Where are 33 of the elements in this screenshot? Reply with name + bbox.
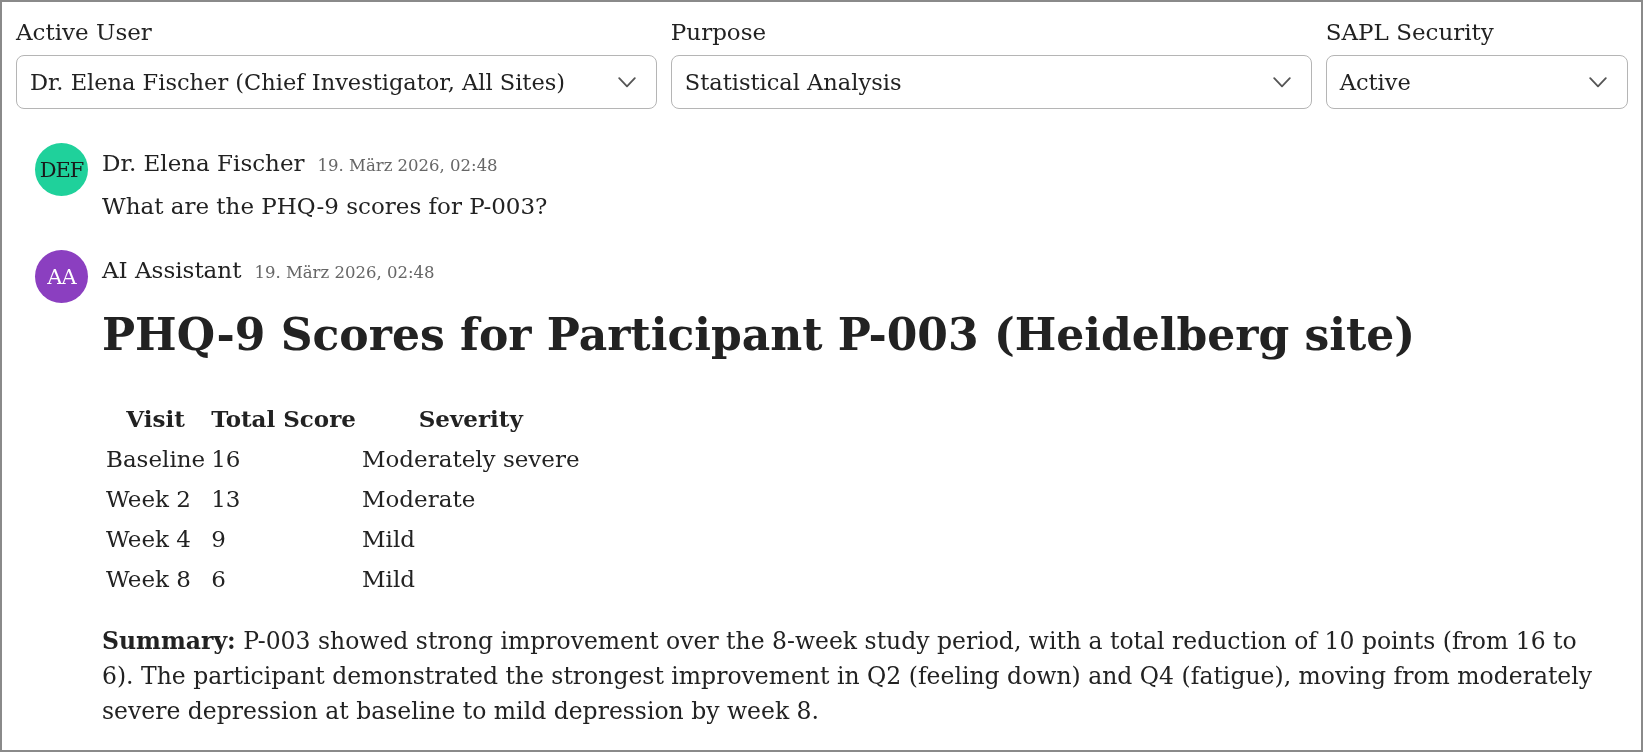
table-cell-text: Baseline xyxy=(105,445,207,474)
table-cell-text: Week 2 xyxy=(105,485,192,514)
dropdown[interactable]: Dr. Elena Fischer (Chief Investigator, All Sites) xyxy=(16,55,657,109)
message-text: Summary: P-003 showed strong improvement over the 8-week study period, with a total reduction of 10 points (from 16 to 6). The participant demonstrated the strongest improvement in Q2 (feeling down) and Q4 (fatigue), moving from moderately severe depression at baseline to mild depression by week 8. xyxy=(102,626,1594,727)
avatar: AA xyxy=(35,250,88,303)
table-cell-text: Mild xyxy=(360,525,416,554)
chevron-down-icon xyxy=(617,76,636,88)
timestamp: 19. März 2026, 02:48 xyxy=(317,155,498,177)
dropdown[interactable]: Active xyxy=(1325,55,1628,109)
table-cell-text: Mild xyxy=(360,565,416,594)
chevron-down-icon xyxy=(1589,76,1607,88)
table-cell-text: Moderately severe xyxy=(360,445,581,474)
table-cell-text: 9 xyxy=(210,525,227,554)
author-name: AI Assistant xyxy=(102,256,242,285)
chevron-down-icon xyxy=(1272,76,1291,88)
table-header: Total Score xyxy=(210,404,357,434)
table-cell-text: Moderate xyxy=(360,485,477,514)
filter-label: Purpose xyxy=(670,18,767,47)
message-text: What are the PHQ-9 scores for P-003? xyxy=(102,192,549,221)
table-cell-text: 16 xyxy=(210,445,242,474)
table-header: Visit xyxy=(125,404,186,434)
author-name: Dr. Elena Fischer xyxy=(102,149,305,178)
filter-label: Active User xyxy=(16,18,152,47)
avatar: DEF xyxy=(35,143,88,196)
table-cell-text: 6 xyxy=(210,565,227,594)
table-cell-text: Week 8 xyxy=(105,565,192,594)
table-header: Severity xyxy=(417,404,525,434)
timestamp: 19. März 2026, 02:48 xyxy=(254,262,435,284)
response-heading: PHQ-9 Scores for Participant P-003 (Heidelberg site) xyxy=(102,308,1417,362)
table-cell-text: 13 xyxy=(210,485,242,514)
filter-label: SAPL Security xyxy=(1325,18,1494,47)
dropdown[interactable]: Statistical Analysis xyxy=(670,55,1312,109)
table-cell-text: Week 4 xyxy=(105,525,192,554)
